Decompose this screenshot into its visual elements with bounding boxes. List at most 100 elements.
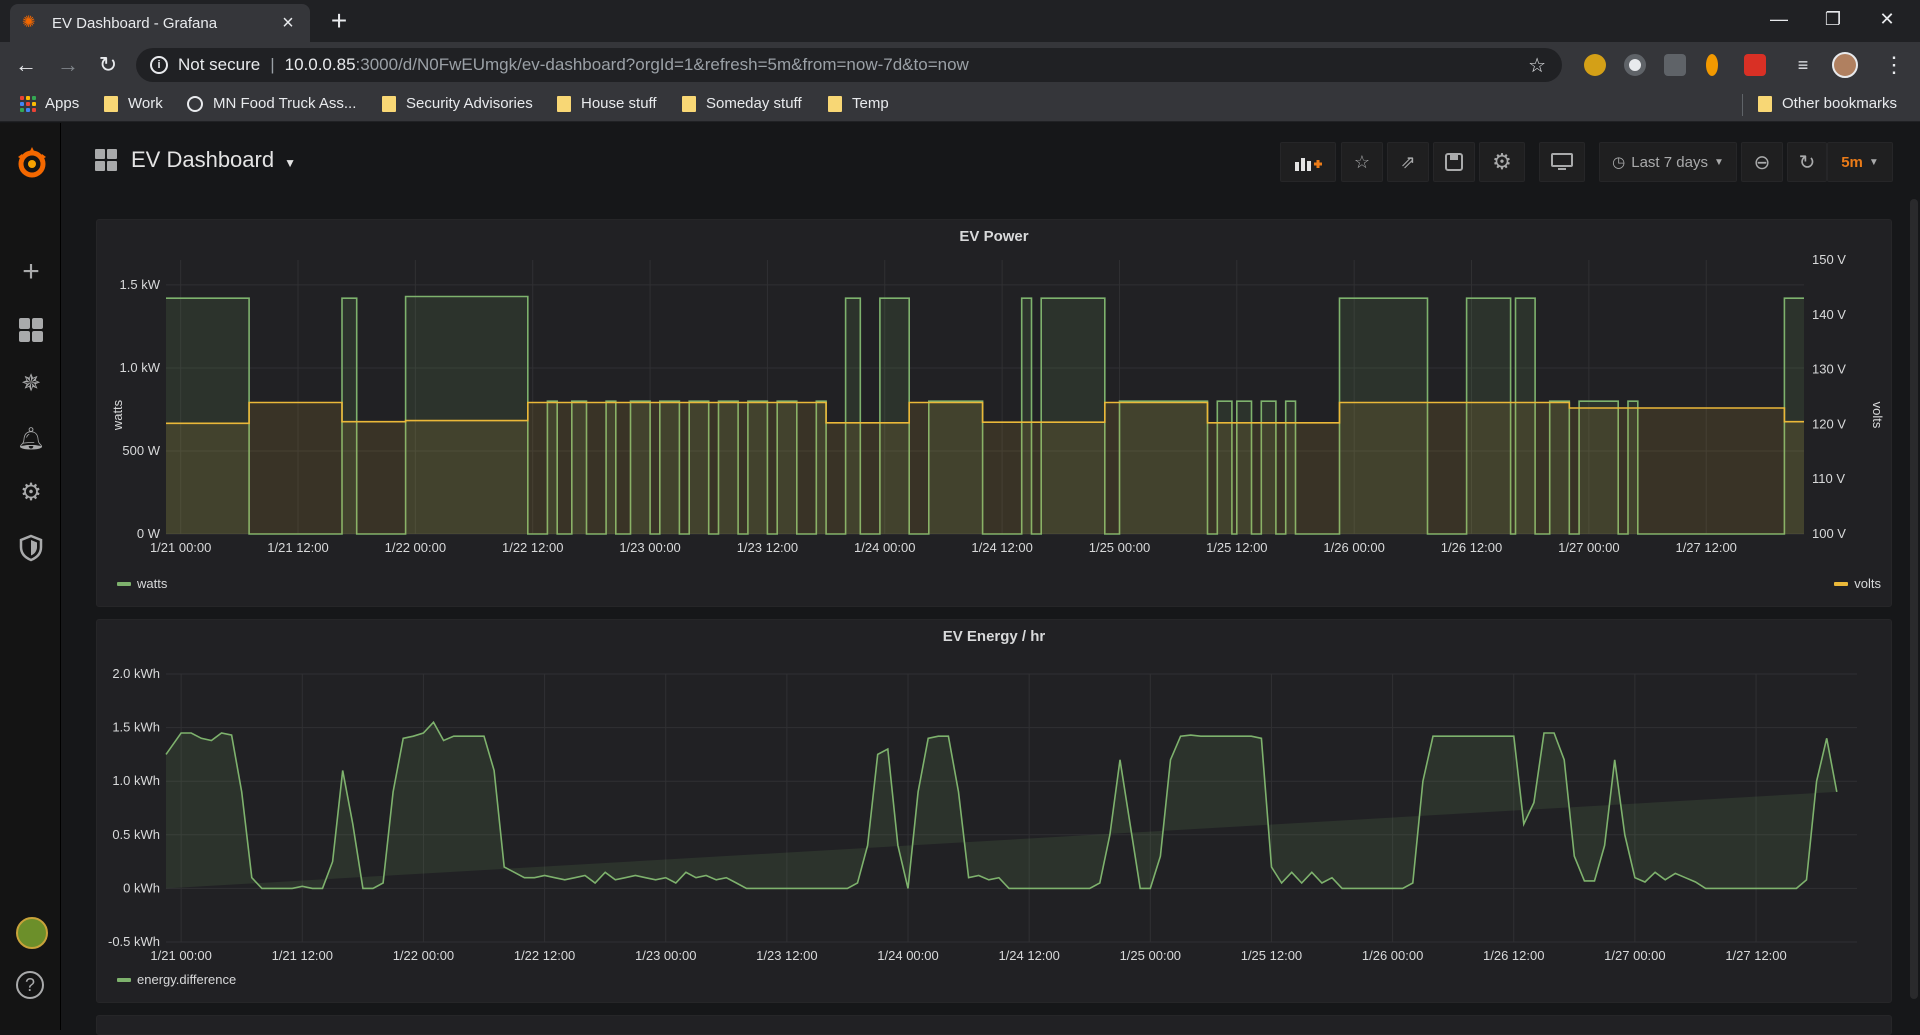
browser-tab[interactable]: ✺ EV Dashboard - Grafana × xyxy=(10,4,310,42)
alerting-bell-icon[interactable]: 🔔︎ xyxy=(16,424,46,454)
extension-icon[interactable] xyxy=(1664,54,1686,76)
share-dashboard-button[interactable]: ⇗ xyxy=(1387,142,1429,182)
legend-label: watts xyxy=(137,576,168,591)
bookmark-other[interactable]: Other bookmarks xyxy=(1758,95,1897,112)
server-admin-shield-icon[interactable] xyxy=(16,533,46,563)
y-axis-tick-label: 0 W xyxy=(137,526,161,541)
x-axis-tick-label: 1/27 00:00 xyxy=(1604,948,1665,963)
y2-axis-tick-label: 100 V xyxy=(1812,526,1846,541)
x-axis-tick-label: 1/23 12:00 xyxy=(737,540,798,555)
explore-compass-icon[interactable]: ✵ xyxy=(16,369,46,399)
legend-item-watts[interactable]: watts xyxy=(117,576,167,591)
legend-item-energy-difference[interactable]: energy.difference xyxy=(117,972,236,987)
y-axis-tick-label: 1.0 kW xyxy=(120,360,161,375)
caret-down-icon: ▼ xyxy=(284,156,296,170)
bookmark-someday-stuff[interactable]: Someday stuff xyxy=(682,95,802,112)
extension-icon[interactable] xyxy=(1706,54,1718,76)
caret-down-icon: ▼ xyxy=(1713,156,1724,168)
extension-icon[interactable] xyxy=(1624,54,1646,76)
x-axis-tick-label: 1/26 00:00 xyxy=(1362,948,1423,963)
security-label: Not secure xyxy=(178,55,261,74)
y2-axis-tick-label: 140 V xyxy=(1812,307,1846,322)
extension-icon[interactable] xyxy=(1744,54,1766,76)
bookmark-star-icon[interactable]: ☆ xyxy=(1528,53,1546,78)
legend-swatch xyxy=(1834,581,1849,586)
x-axis-tick-label: 1/22 00:00 xyxy=(393,948,454,963)
y-axis-tick-label: 1.0 kWh xyxy=(112,773,160,788)
add-panel-icon xyxy=(1295,158,1322,171)
dashboard-scrollbar[interactable] xyxy=(1910,199,1918,999)
y-axis-tick-label: 500 W xyxy=(122,443,160,458)
url-host: 10.0.0.85 xyxy=(284,55,356,74)
star-dashboard-button[interactable]: ☆ xyxy=(1341,142,1383,182)
dashboard-picker[interactable]: EV Dashboard ▼ xyxy=(95,147,296,173)
bookmark-work[interactable]: Work xyxy=(104,95,163,112)
info-icon[interactable]: i xyxy=(150,56,168,74)
x-axis-tick-label: 1/26 12:00 xyxy=(1483,948,1544,963)
zoom-out-button[interactable]: ⊖ xyxy=(1741,142,1783,182)
refresh-icon: ↻ xyxy=(1798,151,1816,174)
configuration-gear-icon[interactable]: ⚙ xyxy=(16,478,46,508)
refresh-interval-label: 5m xyxy=(1841,153,1863,171)
folder-icon xyxy=(828,95,842,112)
folder-icon xyxy=(104,95,118,112)
bookmark-security-advisories[interactable]: Security Advisories xyxy=(382,95,533,112)
back-icon[interactable]: ← xyxy=(12,51,40,79)
profile-avatar[interactable] xyxy=(1832,52,1858,78)
user-avatar[interactable] xyxy=(16,917,48,949)
x-axis-tick-label: 1/25 00:00 xyxy=(1120,948,1181,963)
x-axis-tick-label: 1/24 00:00 xyxy=(854,540,915,555)
bookmark-temp[interactable]: Temp xyxy=(828,95,889,112)
ev-power-panel[interactable]: EV Power 1/21 00:00 1/21 12:00 1/22 00:00 1… xyxy=(96,219,1892,607)
close-window-button[interactable]: ✕ xyxy=(1864,6,1910,32)
y-axis-label: watts xyxy=(110,399,125,431)
dashboards-icon[interactable] xyxy=(16,315,46,345)
y2-axis-tick-label: 110 V xyxy=(1812,471,1845,486)
extension-icon[interactable] xyxy=(1584,54,1606,76)
bookmark-mn-food-truck[interactable]: MN Food Truck Ass... xyxy=(187,95,356,112)
time-picker-button[interactable]: ◷ Last 7 days ▼ xyxy=(1599,142,1737,182)
bookmark-house-stuff[interactable]: House stuff xyxy=(557,95,657,112)
ev-power-graph[interactable]: 1/21 00:00 1/21 12:00 1/22 00:00 1/22 12:00… xyxy=(97,220,1893,608)
star-icon: ☆ xyxy=(1353,151,1371,172)
x-axis-tick-label: 1/22 12:00 xyxy=(502,540,563,555)
save-dashboard-button[interactable] xyxy=(1433,142,1475,182)
dashboard-settings-button[interactable]: ⚙ xyxy=(1479,142,1525,182)
reload-icon[interactable]: ↻ xyxy=(94,51,122,79)
new-tab-button[interactable]: + xyxy=(324,6,354,36)
y2-axis-label: volts xyxy=(1870,402,1885,429)
media-control-icon[interactable]: ≡ xyxy=(1792,54,1814,76)
x-axis-tick-label: 1/25 12:00 xyxy=(1206,540,1267,555)
ev-energy-graph[interactable]: 1/21 00:00 1/21 12:00 1/22 00:00 1/22 12:00… xyxy=(97,620,1893,1004)
address-bar[interactable]: i Not secure | 10.0.0.85:3000/d/N0FwEUmg… xyxy=(136,48,1562,82)
create-plus-icon[interactable]: + xyxy=(16,257,46,287)
cycle-view-mode-button[interactable] xyxy=(1539,142,1585,182)
bookmark-label: Apps xyxy=(45,95,80,112)
folder-icon xyxy=(682,95,696,112)
globe-icon xyxy=(187,95,203,112)
x-axis-tick-label: 1/25 00:00 xyxy=(1089,540,1150,555)
forward-icon[interactable]: → xyxy=(54,51,82,79)
refresh-button[interactable]: ↻ xyxy=(1787,142,1827,182)
add-panel-button[interactable] xyxy=(1280,142,1336,182)
refresh-interval-picker[interactable]: 5m ▼ xyxy=(1827,142,1893,182)
x-axis-tick-label: 1/25 12:00 xyxy=(1241,948,1302,963)
bookmark-apps[interactable]: Apps xyxy=(20,95,79,112)
close-tab-icon[interactable]: × xyxy=(278,12,298,35)
folder-icon xyxy=(1758,95,1772,112)
grafana-side-menu: + ✵ 🔔︎ ⚙ ? xyxy=(0,123,61,1030)
legend-item-volts[interactable]: volts xyxy=(1834,576,1881,591)
browser-menu-icon[interactable]: ⋮ xyxy=(1880,51,1908,79)
help-icon[interactable]: ? xyxy=(16,971,44,999)
ev-energy-panel[interactable]: EV Energy / hr 1/21 00:00 1/21 12:00 1/22 … xyxy=(96,619,1892,1003)
time-range-label: Last 7 days xyxy=(1631,153,1708,171)
legend-label: volts xyxy=(1854,576,1881,591)
minimize-button[interactable]: — xyxy=(1756,6,1802,32)
bookmarks-bar: Apps Work MN Food Truck Ass... Security … xyxy=(0,88,1920,122)
url-path: :3000/d/N0FwEUmgk/ev-dashboard?orgId=1&r… xyxy=(355,55,969,74)
folder-icon xyxy=(382,95,396,112)
share-icon: ⇗ xyxy=(1400,151,1416,172)
browser-tab-bar: ✺ EV Dashboard - Grafana × + — ❐ ✕ xyxy=(0,0,1920,42)
restore-button[interactable]: ❐ xyxy=(1810,6,1856,32)
grafana-logo-icon[interactable] xyxy=(14,143,50,183)
